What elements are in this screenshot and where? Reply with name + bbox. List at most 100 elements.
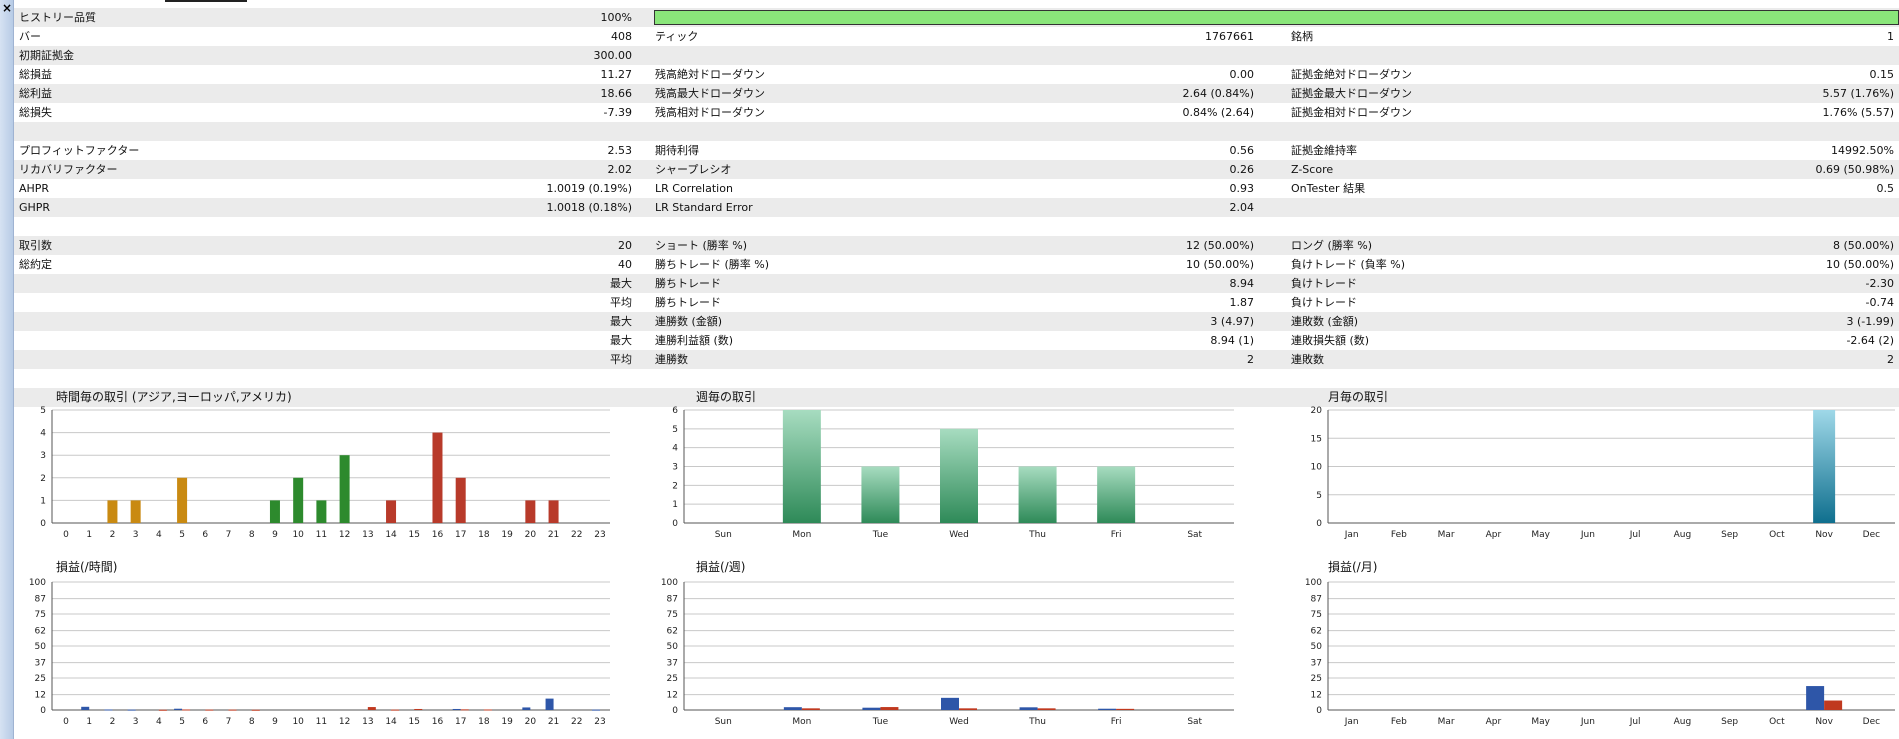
x-tick-label: 0 [63,717,69,727]
x-tick-label: Jun [1580,530,1595,540]
stat-label-1: 総損益 [19,68,52,81]
x-tick-label: 16 [432,530,444,540]
x-tick-label: 3 [133,530,139,540]
stat-value-2: 8.94 (1) [1210,334,1254,347]
y-tick-label: 10 [1311,463,1323,473]
stat-value-2: 0.26 [1229,163,1255,176]
y-tick-label: 0 [672,519,678,529]
x-tick-label: 17 [455,717,466,727]
stats-row [14,217,1899,236]
x-tick-label: Jan [1344,717,1359,727]
y-tick-label: 50 [35,642,47,652]
stat-value-2: 8.94 [1229,277,1255,290]
stat-value-2: 2.64 (0.84%) [1182,87,1254,100]
x-tick-label: Mon [792,717,811,727]
bar [251,709,260,711]
stat-value-2: 0.00 [1229,68,1255,81]
stats-row: 最大 連勝数 (金額) 3 (4.97) 連敗数 (金額) 3 (-1.99) [14,312,1899,331]
stat-value-2: 0.84% (2.64) [1182,106,1254,119]
stat-label-1: GHPR [19,201,51,214]
stat-label-3: 証拠金維持率 [1291,144,1357,157]
x-tick-label: Mon [792,530,811,540]
x-tick-label: Wed [949,530,969,540]
bar [959,708,977,710]
stat-label-1: ヒストリー品質 [19,11,96,24]
stat-value-3: 0.15 [1869,68,1895,81]
bar [452,708,461,710]
y-tick-label: 3 [672,463,678,473]
bar [1037,708,1056,710]
stat-label-3: 証拠金相対ドローダウン [1291,106,1412,119]
x-tick-label: 23 [594,530,605,540]
stat-label-1: 総利益 [19,87,52,100]
x-tick-label: 13 [362,717,373,727]
x-tick-label: 21 [548,530,559,540]
stat-label-3: 負けトレード (負率 %) [1291,258,1406,271]
x-tick-label: 3 [133,717,139,727]
bar [158,709,167,711]
stat-label-1: AHPR [19,182,50,195]
stat-value-3: -2.64 (2) [1846,334,1894,347]
x-tick-label: 12 [339,717,350,727]
x-tick-label: 8 [249,530,255,540]
bar [182,709,191,711]
y-tick-label: 37 [35,659,46,669]
bar [862,707,881,710]
stat-label-3: 負けトレード [1291,277,1357,290]
x-tick-label: Sep [1721,717,1738,727]
bar [127,709,136,711]
x-tick-label: 10 [292,717,304,727]
bar [205,709,214,711]
stat-label-1: 総損失 [19,106,52,119]
stat-value-3: 2 [1887,353,1894,366]
x-tick-label: Sat [1187,717,1202,727]
x-tick-label: Sun [715,530,732,540]
bar [522,707,531,710]
y-tick-label: 1 [40,496,46,506]
stat-label-2: ティック [655,30,699,43]
bar [1098,708,1117,710]
x-tick-label: 12 [339,530,350,540]
close-icon[interactable]: × [0,2,14,14]
stat-label-2: 連勝数 [655,353,688,366]
y-tick-label: 75 [667,610,678,620]
x-tick-label: Feb [1391,717,1407,727]
stat-label-2: 連勝利益額 (数) [655,334,734,347]
x-tick-label: Apr [1486,717,1502,727]
stat-value-2: 12 (50.00%) [1185,239,1254,252]
bar [460,709,469,711]
x-tick-label: Thu [1028,530,1046,540]
bar [525,500,536,523]
x-tick-label: 21 [548,717,559,727]
bar [391,709,400,711]
bar [1813,410,1836,523]
stats-row: 総約定 40 勝ちトレード (勝率 %) 10 (50.00%) 負けトレード (負率 … [14,255,1899,274]
bar [783,707,802,710]
stat-value-2: 2 [1247,353,1254,366]
stat-value-1: 2.02 [607,163,633,176]
y-tick-label: 25 [35,674,46,684]
x-tick-label: Fri [1111,717,1122,727]
stats-row: 総損失 -7.39 残高相対ドローダウン 0.84% (2.64) 証拠金相対ドローダウ… [14,103,1899,122]
stat-value-1: 1.0018 (0.18%) [546,201,632,214]
monthly-pnl-plot: 0 12 25 37 50 62 75 87 100 Jan Feb Mar Apr May Jun Jul A… [1305,578,1895,727]
weekly-trades-chart: 週毎の取引 0 1 2 3 4 5 6 Sun Mon Tue Wed Thu Fri Sat [654,388,1234,543]
x-tick-label: 9 [272,717,278,727]
y-tick-label: 2 [40,474,46,484]
bar [316,500,327,523]
stat-value-1: 300.00 [593,49,633,62]
stats-row: プロフィットファクター 2.53 期待利得 0.56 証拠金維持率 14992.50% [14,141,1899,160]
bar [386,500,397,523]
x-tick-label: 15 [409,530,420,540]
x-tick-label: Mar [1438,717,1455,727]
bar [81,706,90,710]
stat-value-3: 14992.50% [1831,144,1894,157]
x-tick-label: 15 [409,717,420,727]
stat-label-3: 証拠金最大ドローダウン [1291,87,1412,100]
bar [269,500,280,523]
bar [1824,700,1843,710]
stat-value-1: 最大 [610,277,632,290]
stat-value-1: 1.0019 (0.19%) [546,182,632,195]
stat-label-2: 勝ちトレード [655,296,721,309]
x-tick-label: 1 [86,717,92,727]
